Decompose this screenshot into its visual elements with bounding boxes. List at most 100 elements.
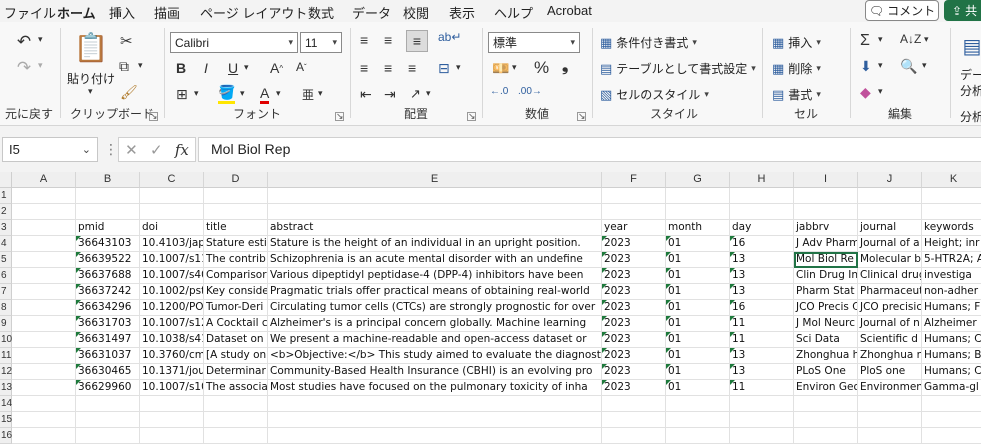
cell-d10[interactable]: Dataset on — [204, 332, 268, 348]
cell-f16[interactable] — [602, 428, 666, 444]
row-header-5[interactable]: 5 — [0, 252, 12, 268]
cell-g15[interactable] — [666, 412, 730, 428]
cell-a16[interactable] — [12, 428, 76, 444]
cell-c14[interactable] — [140, 396, 204, 412]
cell-c1[interactable] — [140, 188, 204, 204]
cell-f4[interactable]: 2023 — [602, 236, 666, 252]
column-header-a[interactable]: A — [12, 172, 76, 188]
redo-dropdown-icon[interactable]: ▾ — [38, 60, 43, 71]
copy-dropdown-icon[interactable]: ▾ — [138, 60, 143, 71]
cell-b16[interactable] — [76, 428, 140, 444]
cell-c3[interactable]: doi — [140, 220, 204, 236]
cell-i4[interactable]: J Adv Pharm — [794, 236, 858, 252]
cell-h12[interactable]: 13 — [730, 364, 794, 380]
cell-e16[interactable] — [268, 428, 602, 444]
cell-h16[interactable] — [730, 428, 794, 444]
clear-dropdown-icon[interactable]: ▾ — [878, 86, 883, 97]
insert-cells-button[interactable]: ▦ 挿入 ▾ — [772, 34, 821, 51]
autosum-icon[interactable]: Σ — [860, 32, 870, 50]
analyze-data-label-2[interactable]: 分析 — [960, 82, 981, 99]
cell-f8[interactable]: 2023 — [602, 300, 666, 316]
row-header-14[interactable]: 14 — [0, 396, 12, 412]
row-header-1[interactable]: 1 — [0, 188, 12, 204]
cell-j5[interactable]: Molecular b — [858, 252, 922, 268]
font-color-dropdown-icon[interactable]: ▾ — [276, 88, 281, 99]
align-right-icon[interactable]: ≡ — [408, 60, 416, 76]
cancel-icon[interactable]: ✕ — [125, 141, 138, 159]
cell-g6[interactable]: 01 — [666, 268, 730, 284]
enter-icon[interactable]: ✓ — [150, 141, 163, 159]
cell-e15[interactable] — [268, 412, 602, 428]
row-header-3[interactable]: 3 — [0, 220, 12, 236]
tab-insert[interactable]: 挿入 — [109, 3, 135, 22]
cell-a14[interactable] — [12, 396, 76, 412]
cell-j2[interactable] — [858, 204, 922, 220]
cell-k4[interactable]: Height; inr — [922, 236, 981, 252]
cell-g16[interactable] — [666, 428, 730, 444]
cell-b1[interactable] — [76, 188, 140, 204]
cell-j8[interactable]: JCO precisic — [858, 300, 922, 316]
format-cells-button[interactable]: ▤ 書式 ▾ — [772, 86, 821, 103]
cell-e1[interactable] — [268, 188, 602, 204]
align-left-icon[interactable]: ≡ — [360, 60, 368, 76]
cell-d4[interactable]: Stature esti — [204, 236, 268, 252]
cell-i14[interactable] — [794, 396, 858, 412]
row-header-8[interactable]: 8 — [0, 300, 12, 316]
cell-e3[interactable]: abstract — [268, 220, 602, 236]
cell-i9[interactable]: J Mol Neurc — [794, 316, 858, 332]
cut-icon[interactable]: ✂ — [120, 32, 133, 50]
tab-view[interactable]: 表示 — [449, 3, 475, 22]
cell-k9[interactable]: Alzheimer — [922, 316, 981, 332]
borders-dropdown-icon[interactable]: ▾ — [194, 88, 199, 99]
cell-g12[interactable]: 01 — [666, 364, 730, 380]
fill-color-dropdown-icon[interactable]: ▾ — [240, 88, 245, 99]
cell-k15[interactable] — [922, 412, 981, 428]
cell-c2[interactable] — [140, 204, 204, 220]
sort-filter-icon[interactable]: A↓Z — [900, 32, 921, 46]
cell-f10[interactable]: 2023 — [602, 332, 666, 348]
cell-a15[interactable] — [12, 412, 76, 428]
cell-f15[interactable] — [602, 412, 666, 428]
cell-d9[interactable]: A Cocktail c — [204, 316, 268, 332]
cell-a12[interactable] — [12, 364, 76, 380]
cell-k3[interactable]: keywords — [922, 220, 981, 236]
cell-i10[interactable]: Sci Data — [794, 332, 858, 348]
sort-filter-dropdown-icon[interactable]: ▾ — [924, 34, 929, 45]
cell-h15[interactable] — [730, 412, 794, 428]
cell-i15[interactable] — [794, 412, 858, 428]
cell-j9[interactable]: Journal of n — [858, 316, 922, 332]
align-top-icon[interactable]: ≡ — [360, 32, 368, 48]
cell-a6[interactable] — [12, 268, 76, 284]
column-header-e[interactable]: E — [268, 172, 602, 188]
cell-b7[interactable]: 36637242 — [76, 284, 140, 300]
font-name-select[interactable]: Calibri ▾ — [170, 32, 298, 53]
cell-c12[interactable]: 10.1371/jou — [140, 364, 204, 380]
cell-e11[interactable]: <b>Objective:</b> This study aimed to ev… — [268, 348, 602, 364]
cell-j12[interactable]: PloS one — [858, 364, 922, 380]
decrease-indent-icon[interactable]: ⇤ — [360, 86, 372, 103]
underline-icon[interactable]: U — [228, 60, 238, 76]
cell-f5[interactable]: 2023 — [602, 252, 666, 268]
cell-h2[interactable] — [730, 204, 794, 220]
cell-k16[interactable] — [922, 428, 981, 444]
cell-a8[interactable] — [12, 300, 76, 316]
italic-icon[interactable]: I — [204, 60, 208, 76]
cell-styles-button[interactable]: ▧ セルのスタイル ▾ — [600, 86, 709, 103]
cell-b15[interactable] — [76, 412, 140, 428]
merge-center-icon[interactable]: ⊟ — [438, 60, 450, 77]
cell-e14[interactable] — [268, 396, 602, 412]
cell-d11[interactable]: [A study on — [204, 348, 268, 364]
column-header-d[interactable]: D — [204, 172, 268, 188]
cell-i3[interactable]: jabbrv — [794, 220, 858, 236]
decrease-font-icon[interactable]: Aˇ — [296, 60, 307, 74]
cell-b13[interactable]: 36629960 — [76, 380, 140, 396]
cell-d6[interactable]: Comparisor — [204, 268, 268, 284]
cell-c10[interactable]: 10.1038/s41 — [140, 332, 204, 348]
cell-a4[interactable] — [12, 236, 76, 252]
cell-j13[interactable]: Environmen — [858, 380, 922, 396]
cell-f7[interactable]: 2023 — [602, 284, 666, 300]
decrease-decimal-icon[interactable]: .00→ — [518, 86, 542, 97]
cell-e6[interactable]: Various dipeptidyl peptidase-4 (DPP-4) i… — [268, 268, 602, 284]
cell-f11[interactable]: 2023 — [602, 348, 666, 364]
increase-indent-icon[interactable]: ⇥ — [384, 86, 396, 103]
